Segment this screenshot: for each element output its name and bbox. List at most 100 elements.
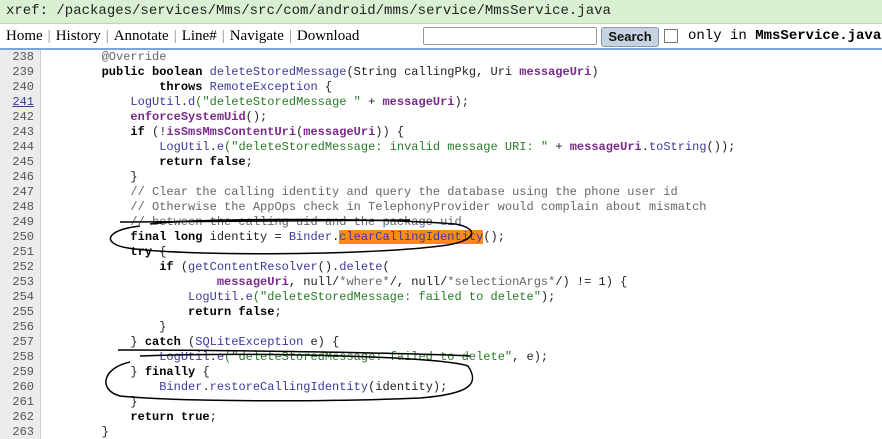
code-line: 254 LogUtil.e("deleteStoredMessage: fail… <box>0 290 882 305</box>
code-token: ); <box>540 290 556 304</box>
code-token[interactable]: LogUtil <box>159 140 209 154</box>
code-token: } <box>44 320 167 334</box>
search-input[interactable] <box>423 27 597 45</box>
code-token[interactable]: RemoteException <box>210 80 318 94</box>
code-line: 259 } finally { <box>0 365 882 380</box>
nav-separator: | <box>288 28 292 44</box>
code-line: 262 return true; <box>0 410 882 425</box>
code-text: if (getContentResolver().delete( <box>44 260 390 275</box>
code-token: /) != 1) { <box>555 275 628 289</box>
code-line: 247 // Clear the calling identity and qu… <box>0 185 882 200</box>
code-token[interactable]: getContentResolver <box>188 260 318 274</box>
code-token: return false <box>44 305 275 319</box>
code-line: 250 final long identity = Binder.clearCa… <box>0 230 882 245</box>
code-token: public boolean <box>44 65 210 79</box>
only-in-checkbox[interactable] <box>664 29 678 43</box>
line-number: 238 <box>12 50 34 64</box>
code-token[interactable]: LogUtil <box>130 95 180 109</box>
nav-link-home[interactable]: Home <box>6 28 43 44</box>
code-token[interactable]: delete <box>339 260 382 274</box>
code-token[interactable]: e <box>217 140 224 154</box>
code-token[interactable]: LogUtil <box>159 350 209 364</box>
code-token[interactable]: deleteStoredMessage <box>210 65 347 79</box>
line-number: 242 <box>12 110 34 124</box>
code-text: return false; <box>44 305 282 320</box>
code-line: 252 if (getContentResolver().delete( <box>0 260 882 275</box>
code-text: try { <box>44 245 166 260</box>
code-token: } <box>44 395 138 409</box>
nav-link-line[interactable]: Line# <box>182 28 217 44</box>
code-token: (); <box>245 110 268 124</box>
code-token: (); <box>483 230 505 244</box>
code-text: } <box>44 425 109 439</box>
code-line: 245 return false; <box>0 155 882 170</box>
code-token: ("deleteStoredMessage: invalid message U… <box>224 140 556 154</box>
code-token[interactable]: isSmsMmsContentUri <box>166 125 296 139</box>
code-token: ) <box>591 65 599 79</box>
code-token: ); <box>454 95 469 109</box>
line-number[interactable]: 241 <box>0 95 34 110</box>
code-token: *selectionArgs* <box>447 275 556 289</box>
code-token: + <box>555 140 570 154</box>
nav-link-download[interactable]: Download <box>297 28 360 44</box>
code-token[interactable]: SQLiteException <box>195 335 303 349</box>
line-number: 247 <box>12 185 34 199</box>
code-text: if (!isSmsMmsContentUri(messageUri)) { <box>44 125 404 140</box>
code-token[interactable]: e <box>217 350 224 364</box>
line-number: 239 <box>12 65 34 79</box>
code-token: , null/ <box>288 275 340 289</box>
code-text: enforceSystemUid(); <box>44 110 267 125</box>
code-token: ()); <box>706 140 736 154</box>
code-token[interactable]: messageUri <box>217 275 289 289</box>
code-token[interactable]: messageUri <box>519 65 591 79</box>
code-text: messageUri, null/*where*/, null/*selecti… <box>44 275 628 290</box>
code-token: ( <box>382 260 390 274</box>
code-token[interactable]: Binder <box>289 230 332 244</box>
code-token[interactable]: messageUri <box>382 95 454 109</box>
code-token[interactable]: LogUtil <box>188 290 238 304</box>
code-token[interactable]: enforceSystemUid <box>130 110 245 124</box>
nav-link-history[interactable]: History <box>56 28 101 44</box>
code-token[interactable]: restoreCallingIdentity <box>210 380 368 394</box>
line-number: 255 <box>12 305 34 319</box>
code-line: 240 throws RemoteException { <box>0 80 882 95</box>
search-button[interactable]: Search <box>601 27 659 47</box>
code-token: . <box>209 350 217 364</box>
xref-path-bar: xref: /packages/services/Mms/src/com/and… <box>0 0 882 24</box>
code-token[interactable]: messageUri <box>570 140 642 154</box>
only-in-file: MmsService.java <box>755 28 882 44</box>
code-token: ( <box>180 260 189 274</box>
code-line: 241 LogUtil.d("deleteStoredMessage " + m… <box>0 95 882 110</box>
nav-link-annotate[interactable]: Annotate <box>114 28 169 44</box>
code-token: )) { <box>375 125 405 139</box>
search-highlight[interactable]: clearCallingIdentity <box>339 230 484 244</box>
code-token[interactable]: Binder <box>159 380 202 394</box>
code-text: public boolean deleteStoredMessage(Strin… <box>44 65 599 80</box>
code-text: } <box>44 170 137 185</box>
code-token: } <box>44 335 145 349</box>
code-token[interactable]: messageUri <box>303 125 375 139</box>
code-token[interactable]: toString <box>649 140 707 154</box>
code-token: { <box>317 80 333 94</box>
code-token: // Otherwise the AppOps check in Telepho… <box>44 200 707 214</box>
code-text: } finally { <box>44 365 209 380</box>
code-token: return true <box>44 410 210 424</box>
code-text: } catch (SQLiteException e) { <box>44 335 339 350</box>
line-number: 261 <box>12 395 34 409</box>
line-number: 256 <box>12 320 34 334</box>
nav-link-navigate[interactable]: Navigate <box>230 28 284 44</box>
code-text: LogUtil.e("deleteStoredMessage: invalid … <box>44 140 735 155</box>
line-number: 260 <box>12 380 34 394</box>
code-token: { <box>159 245 167 259</box>
code-token: identity = <box>209 230 289 244</box>
code-text: LogUtil.e("deleteStoredMessage: failed t… <box>44 350 548 365</box>
code-text: throws RemoteException { <box>44 80 332 95</box>
code-text: return false; <box>44 155 253 170</box>
code-token[interactable]: e <box>246 290 253 304</box>
